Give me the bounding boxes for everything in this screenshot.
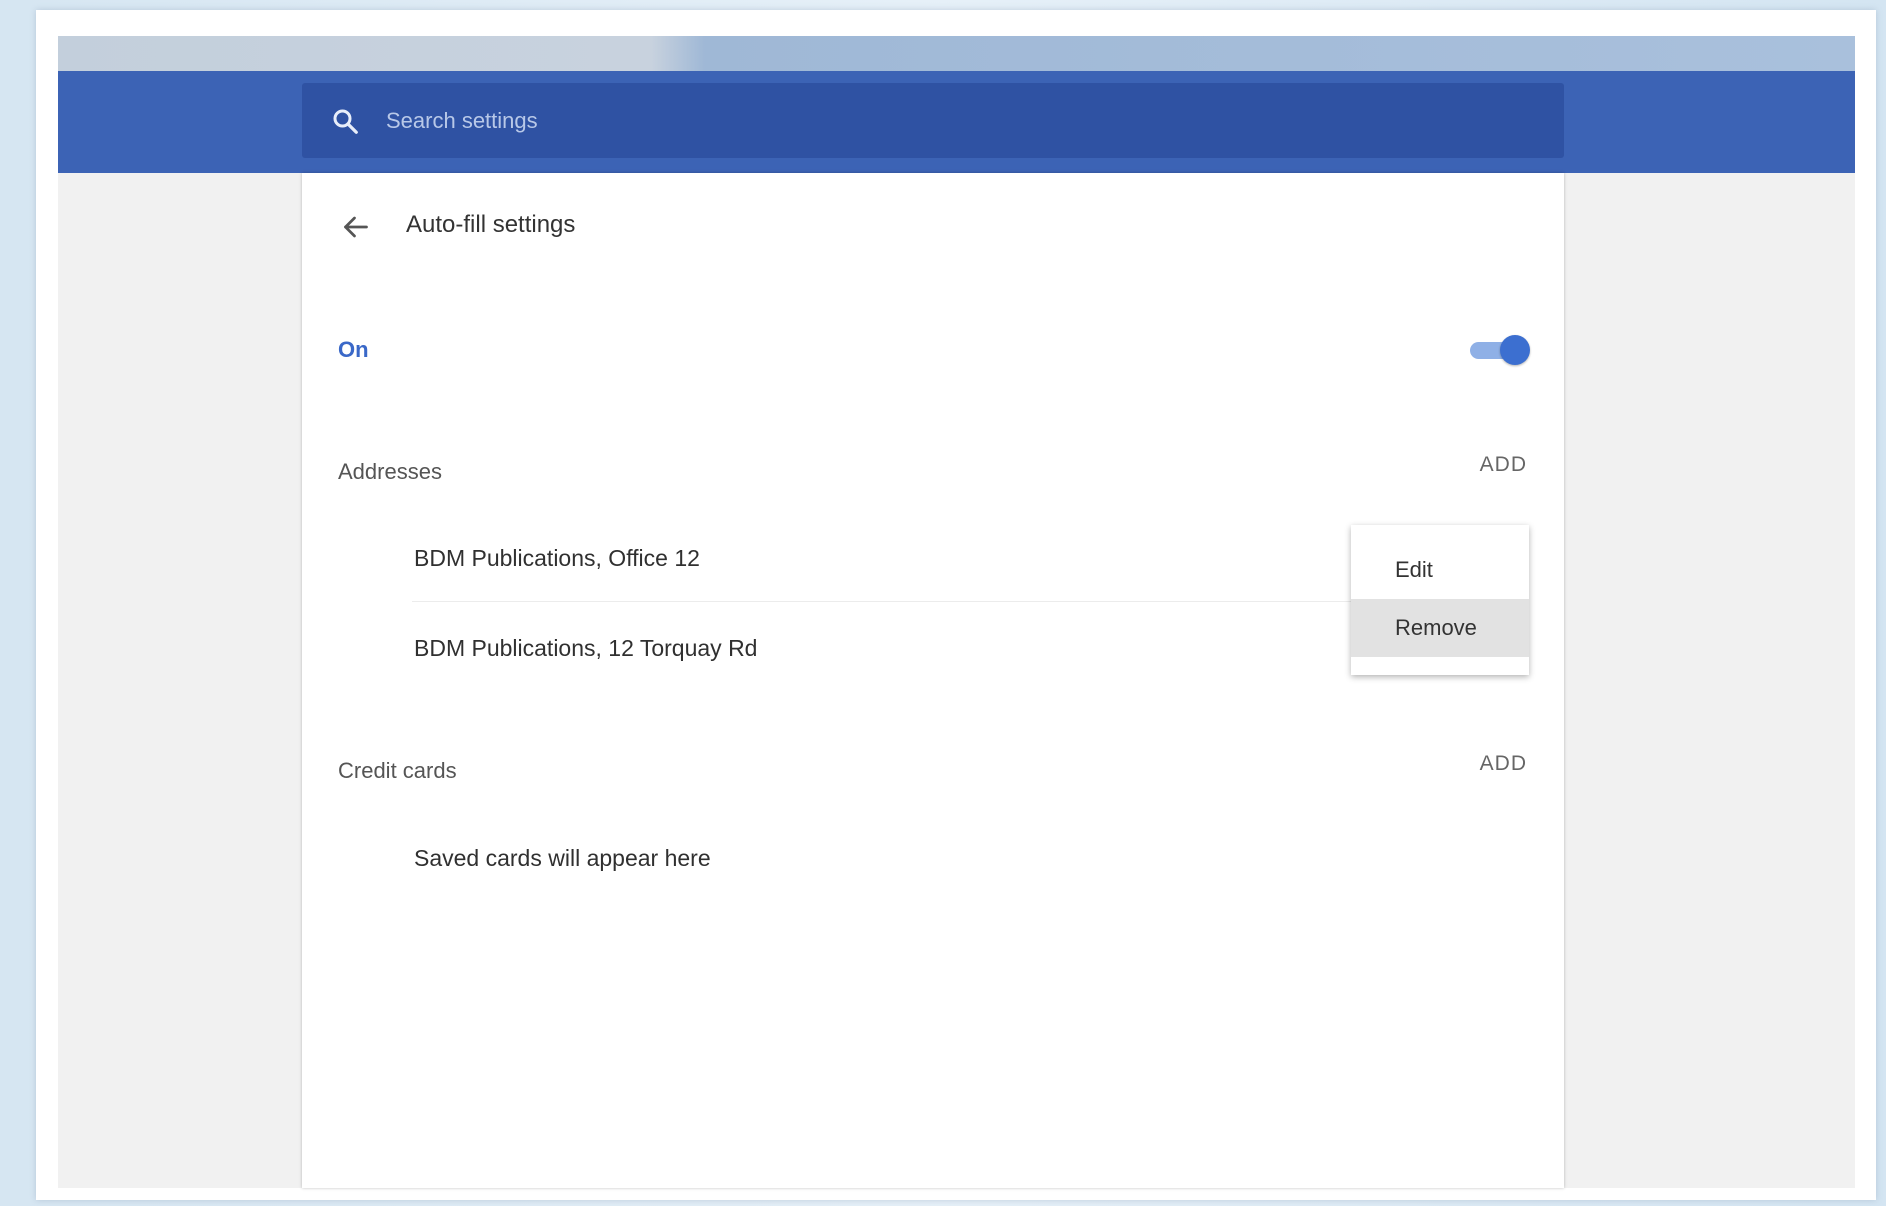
addresses-section-label: Addresses <box>338 459 442 484</box>
address-context-menu: Edit Remove <box>1351 525 1529 675</box>
page-title: Auto-fill settings <box>406 211 576 238</box>
list-divider <box>412 601 1512 602</box>
search-input[interactable] <box>384 99 1564 142</box>
address-item-2[interactable]: BDM Publications, 12 Torquay Rd <box>414 635 757 662</box>
autofill-settings-card: Auto-fill settings On Addresses ADD BDM … <box>302 173 1564 1188</box>
search-icon <box>328 104 362 138</box>
autofill-state-label: On <box>338 337 369 362</box>
toggle-knob <box>1500 335 1530 365</box>
add-address-button[interactable]: ADD <box>1480 453 1527 477</box>
menu-item-edit[interactable]: Edit <box>1351 541 1529 599</box>
credit-cards-empty-text: Saved cards will appear here <box>414 845 711 871</box>
autofill-toggle[interactable] <box>1470 335 1530 365</box>
credit-cards-section-label: Credit cards <box>338 758 457 783</box>
search-bar[interactable] <box>302 83 1564 158</box>
add-credit-card-button[interactable]: ADD <box>1480 752 1527 776</box>
address-item-1[interactable]: BDM Publications, Office 12 <box>414 545 700 572</box>
arrow-back-icon[interactable] <box>338 209 374 245</box>
browser-tab-strip <box>58 36 1855 71</box>
menu-item-remove[interactable]: Remove <box>1351 599 1529 657</box>
